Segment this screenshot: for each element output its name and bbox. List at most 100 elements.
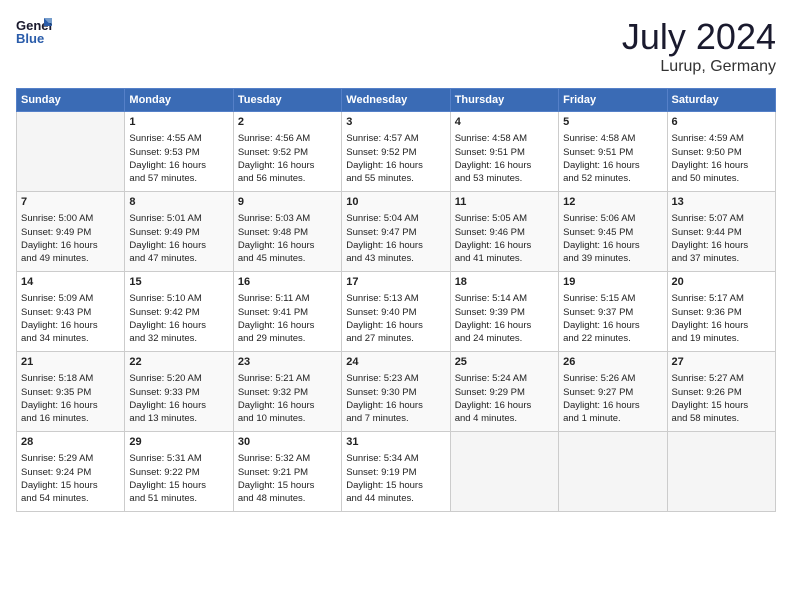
calendar-cell: 14Sunrise: 5:09 AMSunset: 9:43 PMDayligh…: [17, 272, 125, 352]
day-number: 2: [238, 115, 337, 130]
day-info-line: and 51 minutes.: [129, 492, 228, 505]
day-number: 1: [129, 115, 228, 130]
day-info-line: Daylight: 16 hours: [21, 399, 120, 412]
day-info-line: Sunrise: 4:58 AM: [563, 132, 662, 145]
calendar-cell: 1Sunrise: 4:55 AMSunset: 9:53 PMDaylight…: [125, 112, 233, 192]
day-info-line: and 47 minutes.: [129, 252, 228, 265]
day-number: 28: [21, 435, 120, 450]
day-info-line: and 49 minutes.: [21, 252, 120, 265]
calendar-cell: 10Sunrise: 5:04 AMSunset: 9:47 PMDayligh…: [342, 192, 450, 272]
day-number: 19: [563, 275, 662, 290]
day-info-line: Sunrise: 5:07 AM: [672, 212, 771, 225]
day-info-line: Sunset: 9:49 PM: [129, 226, 228, 239]
calendar-cell: 27Sunrise: 5:27 AMSunset: 9:26 PMDayligh…: [667, 352, 775, 432]
day-info-line: Sunset: 9:24 PM: [21, 466, 120, 479]
day-info-line: Sunrise: 5:01 AM: [129, 212, 228, 225]
day-number: 17: [346, 275, 445, 290]
day-info-line: Sunset: 9:37 PM: [563, 306, 662, 319]
day-info-line: Daylight: 16 hours: [238, 399, 337, 412]
day-number: 10: [346, 195, 445, 210]
day-info-line: Daylight: 16 hours: [238, 159, 337, 172]
day-info-line: and 50 minutes.: [672, 172, 771, 185]
day-number: 25: [455, 355, 554, 370]
day-number: 18: [455, 275, 554, 290]
day-info-line: Sunset: 9:30 PM: [346, 386, 445, 399]
day-info-line: Daylight: 16 hours: [346, 159, 445, 172]
logo: General Blue: [16, 16, 52, 46]
day-number: 27: [672, 355, 771, 370]
day-info-line: Daylight: 16 hours: [238, 239, 337, 252]
header: General Blue July 2024 Lurup, Germany: [16, 16, 776, 76]
day-info-line: Daylight: 16 hours: [129, 399, 228, 412]
calendar-cell: 24Sunrise: 5:23 AMSunset: 9:30 PMDayligh…: [342, 352, 450, 432]
day-info-line: and 58 minutes.: [672, 412, 771, 425]
day-info-line: and 10 minutes.: [238, 412, 337, 425]
day-info-line: Daylight: 16 hours: [563, 399, 662, 412]
day-number: 5: [563, 115, 662, 130]
day-number: 3: [346, 115, 445, 130]
day-info-line: Daylight: 16 hours: [672, 319, 771, 332]
day-number: 6: [672, 115, 771, 130]
calendar-cell: 5Sunrise: 4:58 AMSunset: 9:51 PMDaylight…: [559, 112, 667, 192]
day-info-line: Sunset: 9:26 PM: [672, 386, 771, 399]
week-row-4: 21Sunrise: 5:18 AMSunset: 9:35 PMDayligh…: [17, 352, 776, 432]
day-info-line: Sunrise: 5:21 AM: [238, 372, 337, 385]
day-info-line: and 22 minutes.: [563, 332, 662, 345]
day-number: 12: [563, 195, 662, 210]
day-info-line: and 16 minutes.: [21, 412, 120, 425]
day-info-line: Daylight: 16 hours: [563, 159, 662, 172]
week-row-2: 7Sunrise: 5:00 AMSunset: 9:49 PMDaylight…: [17, 192, 776, 272]
day-header-tuesday: Tuesday: [233, 89, 341, 112]
day-info-line: Daylight: 16 hours: [563, 239, 662, 252]
day-info-line: and 48 minutes.: [238, 492, 337, 505]
day-info-line: Sunset: 9:42 PM: [129, 306, 228, 319]
day-info-line: Sunset: 9:53 PM: [129, 146, 228, 159]
day-info-line: Daylight: 16 hours: [21, 319, 120, 332]
day-info-line: Daylight: 16 hours: [455, 239, 554, 252]
day-number: 31: [346, 435, 445, 450]
day-info-line: and 7 minutes.: [346, 412, 445, 425]
calendar-cell: 11Sunrise: 5:05 AMSunset: 9:46 PMDayligh…: [450, 192, 558, 272]
logo-icon: General Blue: [16, 16, 52, 46]
calendar-cell: 25Sunrise: 5:24 AMSunset: 9:29 PMDayligh…: [450, 352, 558, 432]
day-info-line: Sunset: 9:52 PM: [346, 146, 445, 159]
calendar-cell: 26Sunrise: 5:26 AMSunset: 9:27 PMDayligh…: [559, 352, 667, 432]
day-info-line: and 34 minutes.: [21, 332, 120, 345]
day-info-line: Sunset: 9:33 PM: [129, 386, 228, 399]
calendar-cell: 22Sunrise: 5:20 AMSunset: 9:33 PMDayligh…: [125, 352, 233, 432]
day-number: 15: [129, 275, 228, 290]
day-info-line: Sunrise: 5:04 AM: [346, 212, 445, 225]
day-info-line: Sunrise: 5:29 AM: [21, 452, 120, 465]
day-info-line: Sunset: 9:48 PM: [238, 226, 337, 239]
day-info-line: Daylight: 16 hours: [129, 159, 228, 172]
day-info-line: and 55 minutes.: [346, 172, 445, 185]
calendar-cell: 9Sunrise: 5:03 AMSunset: 9:48 PMDaylight…: [233, 192, 341, 272]
day-number: 24: [346, 355, 445, 370]
calendar-cell: 28Sunrise: 5:29 AMSunset: 9:24 PMDayligh…: [17, 432, 125, 512]
day-info-line: Sunrise: 5:18 AM: [21, 372, 120, 385]
day-info-line: and 27 minutes.: [346, 332, 445, 345]
day-info-line: Sunset: 9:41 PM: [238, 306, 337, 319]
day-number: 14: [21, 275, 120, 290]
calendar-cell: 12Sunrise: 5:06 AMSunset: 9:45 PMDayligh…: [559, 192, 667, 272]
title-block: July 2024 Lurup, Germany: [622, 16, 776, 76]
calendar-cell: 3Sunrise: 4:57 AMSunset: 9:52 PMDaylight…: [342, 112, 450, 192]
week-row-1: 1Sunrise: 4:55 AMSunset: 9:53 PMDaylight…: [17, 112, 776, 192]
day-info-line: Sunset: 9:39 PM: [455, 306, 554, 319]
day-number: 13: [672, 195, 771, 210]
day-info-line: Sunset: 9:27 PM: [563, 386, 662, 399]
day-number: 30: [238, 435, 337, 450]
day-info-line: Sunrise: 5:11 AM: [238, 292, 337, 305]
day-info-line: Daylight: 15 hours: [672, 399, 771, 412]
day-header-friday: Friday: [559, 89, 667, 112]
calendar-cell: [559, 432, 667, 512]
svg-text:Blue: Blue: [16, 31, 44, 46]
day-info-line: and 45 minutes.: [238, 252, 337, 265]
calendar-cell: 30Sunrise: 5:32 AMSunset: 9:21 PMDayligh…: [233, 432, 341, 512]
day-info-line: Sunset: 9:40 PM: [346, 306, 445, 319]
calendar-cell: 7Sunrise: 5:00 AMSunset: 9:49 PMDaylight…: [17, 192, 125, 272]
calendar-cell: 2Sunrise: 4:56 AMSunset: 9:52 PMDaylight…: [233, 112, 341, 192]
day-info-line: Sunset: 9:44 PM: [672, 226, 771, 239]
day-info-line: Sunset: 9:32 PM: [238, 386, 337, 399]
calendar-cell: 20Sunrise: 5:17 AMSunset: 9:36 PMDayligh…: [667, 272, 775, 352]
